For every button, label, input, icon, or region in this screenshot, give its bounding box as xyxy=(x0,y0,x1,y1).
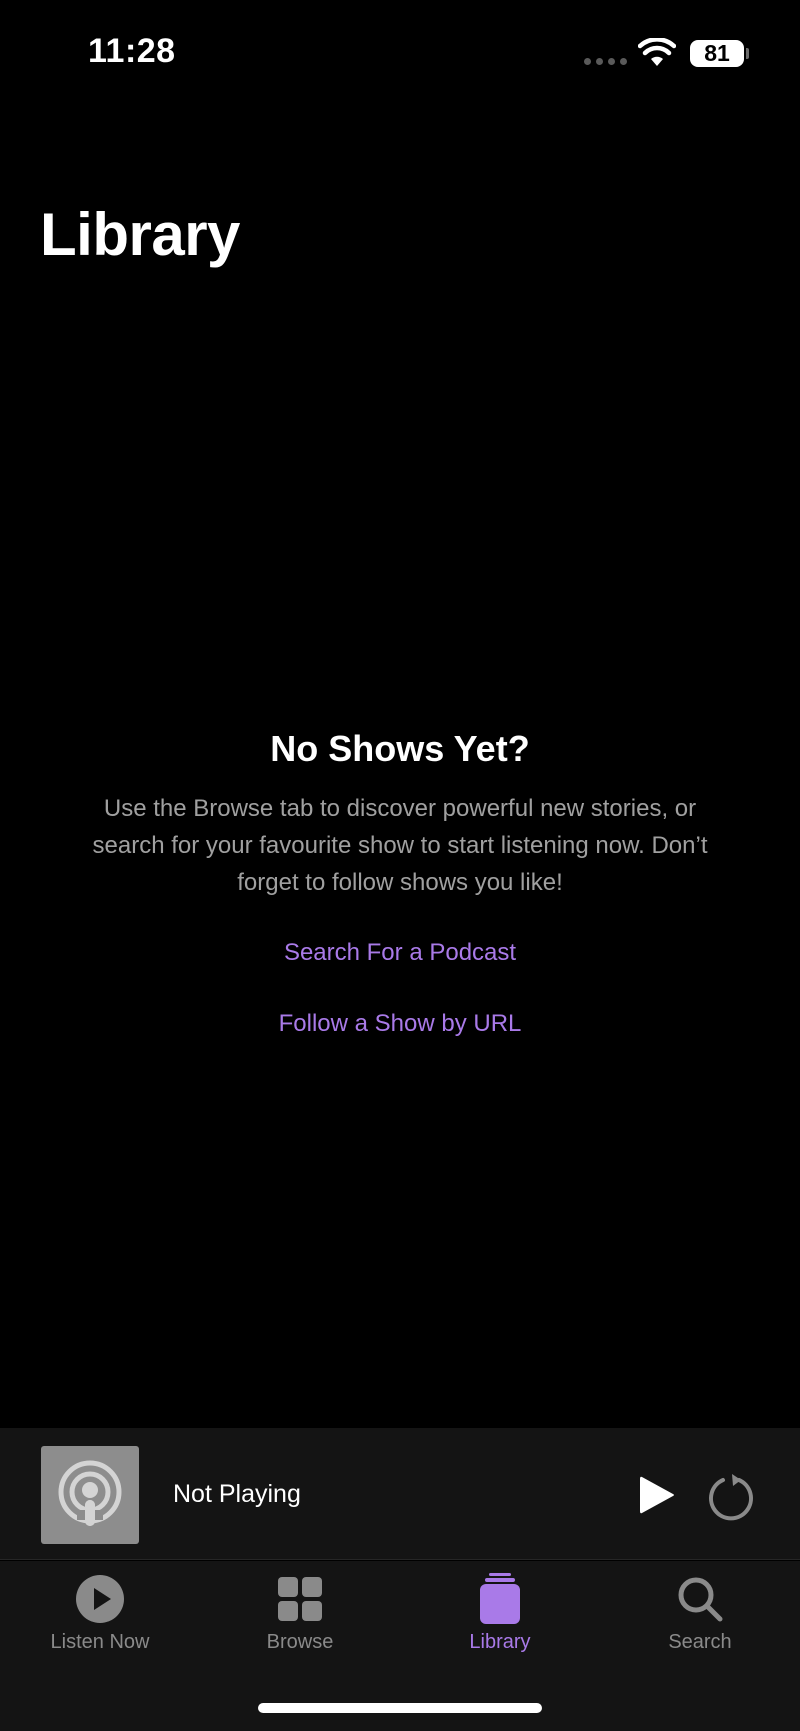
empty-state-description: Use the Browse tab to discover powerful … xyxy=(92,795,708,896)
page-title: Library xyxy=(40,201,240,268)
skip-forward-icon[interactable] xyxy=(706,1472,756,1522)
search-podcast-link[interactable]: Search For a Podcast xyxy=(284,939,516,967)
now-playing-label: Not Playing xyxy=(173,1480,301,1508)
play-circle-icon xyxy=(76,1575,124,1623)
magnifier-icon xyxy=(678,1577,723,1622)
podcast-artwork xyxy=(41,1446,139,1544)
follow-by-url-link[interactable]: Follow a Show by URL xyxy=(279,1010,522,1038)
home-indicator xyxy=(258,1703,542,1713)
tab-label: Browse xyxy=(266,1631,334,1653)
play-icon[interactable] xyxy=(636,1474,678,1516)
status-time: 11:28 xyxy=(88,32,176,70)
mini-player[interactable]: Not Playing xyxy=(0,1428,800,1560)
tab-library[interactable]: Library xyxy=(420,1573,580,1654)
battery-icon: 81 xyxy=(690,40,744,67)
tab-label: Library xyxy=(469,1631,531,1653)
battery-nub xyxy=(746,48,749,59)
tab-browse[interactable]: Browse xyxy=(220,1573,380,1654)
library-stack-icon xyxy=(480,1573,520,1624)
cellular-signal-icon xyxy=(584,58,627,65)
wifi-icon xyxy=(638,38,676,66)
empty-state: No Shows Yet? Use the Browse tab to disc… xyxy=(0,728,800,1038)
empty-state-title: No Shows Yet? xyxy=(270,728,530,769)
tab-label: Listen Now xyxy=(50,1631,150,1653)
tab-search[interactable]: Search xyxy=(620,1573,780,1654)
podcasts-icon xyxy=(58,1460,122,1526)
tab-label: Search xyxy=(668,1631,732,1653)
grid-icon xyxy=(278,1577,322,1621)
status-bar: 11:28 81 xyxy=(0,0,800,110)
tab-listen-now[interactable]: Listen Now xyxy=(20,1573,180,1654)
